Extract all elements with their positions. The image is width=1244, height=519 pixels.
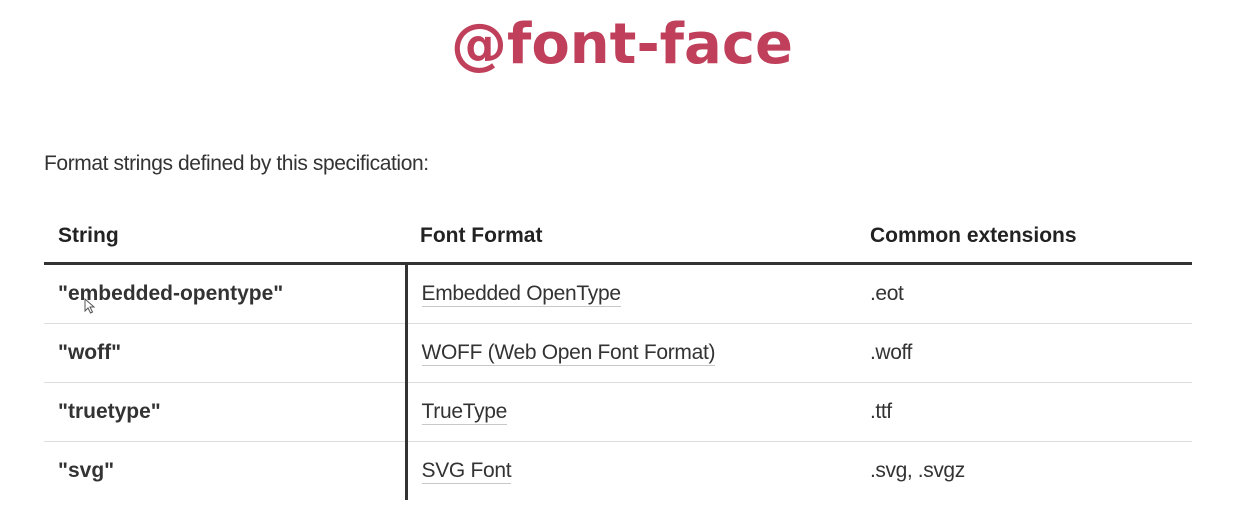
header-font-format: Font Format — [406, 210, 856, 265]
table-row: "svg" SVG Font .svg, .svgz — [44, 441, 1192, 500]
format-strings-table: String Font Format Common extensions "em… — [44, 210, 1192, 500]
intro-text: Format strings defined by this specifica… — [44, 152, 429, 175]
common-extensions: .woff — [856, 323, 1192, 383]
mouse-cursor-icon — [84, 298, 96, 314]
table-row: "embedded-opentype" Embedded OpenType .e… — [44, 263, 1192, 324]
format-string: "woff" — [44, 323, 408, 383]
font-format-link[interactable]: WOFF (Web Open Font Format) — [421, 341, 716, 366]
common-extensions: .ttf — [856, 382, 1192, 442]
table-row: "truetype" TrueType .ttf — [44, 382, 1192, 442]
common-extensions: .eot — [856, 263, 1192, 324]
font-format-link[interactable]: TrueType — [421, 400, 507, 425]
font-format-link[interactable]: SVG Font — [421, 459, 512, 484]
header-common-extensions: Common extensions — [856, 210, 1192, 265]
format-string: "truetype" — [44, 382, 408, 442]
format-string: "svg" — [44, 441, 408, 500]
format-string: "embedded-opentype" — [44, 263, 408, 324]
common-extensions: .svg, .svgz — [870, 459, 965, 482]
header-string: String — [44, 210, 406, 265]
table-row: "woff" WOFF (Web Open Font Format) .woff — [44, 323, 1192, 383]
font-format-link[interactable]: Embedded OpenType — [421, 282, 621, 307]
page-title: @font-face — [450, 12, 794, 77]
table-header-row: String Font Format Common extensions — [44, 210, 1192, 265]
